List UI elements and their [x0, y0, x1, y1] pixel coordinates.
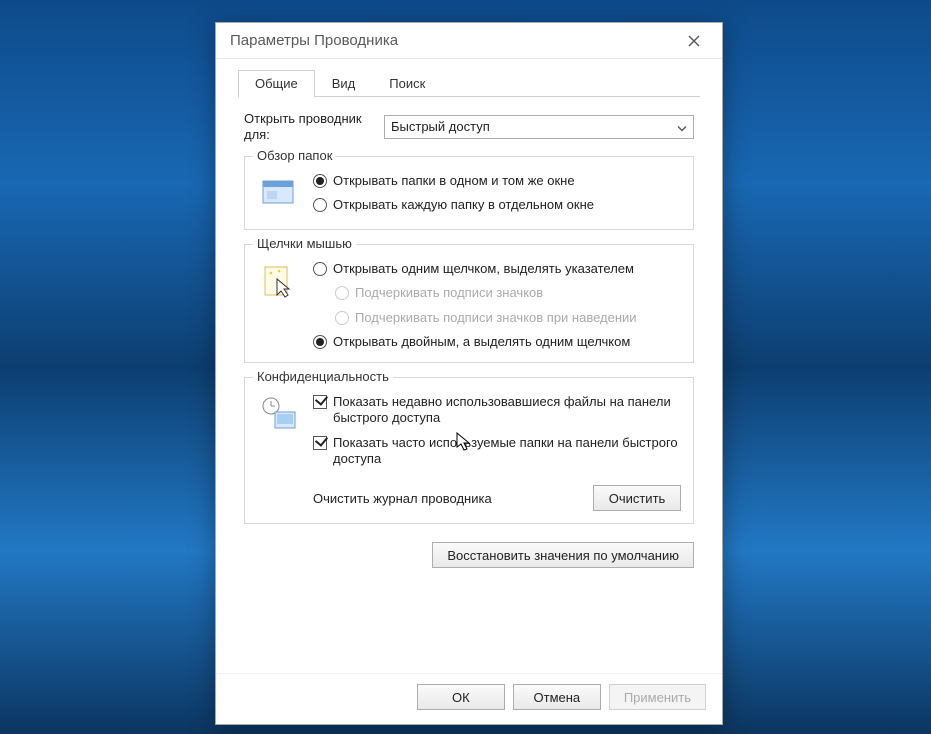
clear-history-row: Очистить журнал проводника Очистить — [313, 485, 681, 511]
check-freq-folders-label: Показать часто используемые папки на пан… — [333, 435, 681, 468]
tab-content-general: Открыть проводник для: Быстрый доступ Об… — [216, 97, 722, 673]
titlebar[interactable]: Параметры Проводника — [216, 23, 722, 59]
folder-icon — [257, 173, 301, 217]
window-title: Параметры Проводника — [230, 32, 674, 49]
dialog-body: Общие Вид Поиск Открыть проводник для: Б… — [216, 59, 722, 724]
radio-icon — [313, 262, 327, 276]
dialog-footer: ОК Отмена Применить — [216, 673, 722, 724]
tab-search[interactable]: Поиск — [372, 70, 442, 97]
restore-defaults-button[interactable]: Восстановить значения по умолчанию — [432, 542, 694, 568]
folder-options-dialog: Параметры Проводника Общие Вид Поиск Отк… — [215, 22, 723, 725]
tab-general[interactable]: Общие — [238, 70, 315, 98]
radio-underline-hover: Подчеркивать подписи значков при наведен… — [335, 310, 681, 326]
tab-view[interactable]: Вид — [315, 70, 373, 97]
clear-history-label: Очистить журнал проводника — [313, 491, 492, 506]
open-explorer-row: Открыть проводник для: Быстрый доступ — [244, 111, 694, 142]
apply-button[interactable]: Применить — [609, 684, 706, 710]
checkbox-icon — [313, 436, 327, 450]
radio-double-click[interactable]: Открывать двойным, а выделять одним щелч… — [313, 334, 681, 350]
radio-same-window-label: Открывать папки в одном и том же окне — [333, 173, 575, 189]
ok-button[interactable]: ОК — [417, 684, 505, 710]
radio-icon — [313, 174, 327, 188]
radio-new-window-label: Открывать каждую папку в отдельном окне — [333, 197, 594, 213]
close-icon — [688, 35, 700, 47]
radio-icon — [313, 335, 327, 349]
restore-row: Восстановить значения по умолчанию — [244, 542, 694, 568]
radio-underline-always: Подчеркивать подписи значков — [335, 285, 681, 301]
checkbox-icon — [313, 395, 327, 409]
radio-icon — [335, 311, 349, 325]
open-explorer-value: Быстрый доступ — [391, 119, 490, 134]
radio-underline-always-label: Подчеркивать подписи значков — [355, 285, 543, 301]
close-button[interactable] — [674, 27, 714, 55]
group-clicks-legend: Щелчки мышью — [253, 236, 356, 251]
radio-new-window[interactable]: Открывать каждую папку в отдельном окне — [313, 197, 681, 213]
privacy-icon — [257, 394, 301, 438]
group-browse: Обзор папок Открывать папки в одном и то… — [244, 156, 694, 230]
open-explorer-select[interactable]: Быстрый доступ — [384, 115, 694, 139]
cursor-icon — [257, 261, 301, 305]
group-privacy: Конфиденциальность — [244, 377, 694, 524]
group-browse-legend: Обзор папок — [253, 148, 336, 163]
open-explorer-label: Открыть проводник для: — [244, 111, 374, 142]
radio-same-window[interactable]: Открывать папки в одном и том же окне — [313, 173, 681, 189]
chevron-down-icon — [677, 119, 687, 134]
check-freq-folders[interactable]: Показать часто используемые папки на пан… — [313, 435, 681, 468]
check-recent-files-label: Показать недавно использовавшиеся файлы … — [333, 394, 681, 427]
tabstrip: Общие Вид Поиск — [216, 59, 722, 97]
radio-icon — [313, 198, 327, 212]
check-recent-files[interactable]: Показать недавно использовавшиеся файлы … — [313, 394, 681, 427]
group-privacy-legend: Конфиденциальность — [253, 369, 393, 384]
radio-double-click-label: Открывать двойным, а выделять одним щелч… — [333, 334, 630, 350]
radio-icon — [335, 286, 349, 300]
group-clicks: Щелчки мышью Открывать одним щ — [244, 244, 694, 363]
radio-underline-hover-label: Подчеркивать подписи значков при наведен… — [355, 310, 637, 326]
clear-button[interactable]: Очистить — [593, 485, 681, 511]
radio-single-click-label: Открывать одним щелчком, выделять указат… — [333, 261, 634, 277]
cancel-button[interactable]: Отмена — [513, 684, 601, 710]
radio-single-click[interactable]: Открывать одним щелчком, выделять указат… — [313, 261, 681, 277]
